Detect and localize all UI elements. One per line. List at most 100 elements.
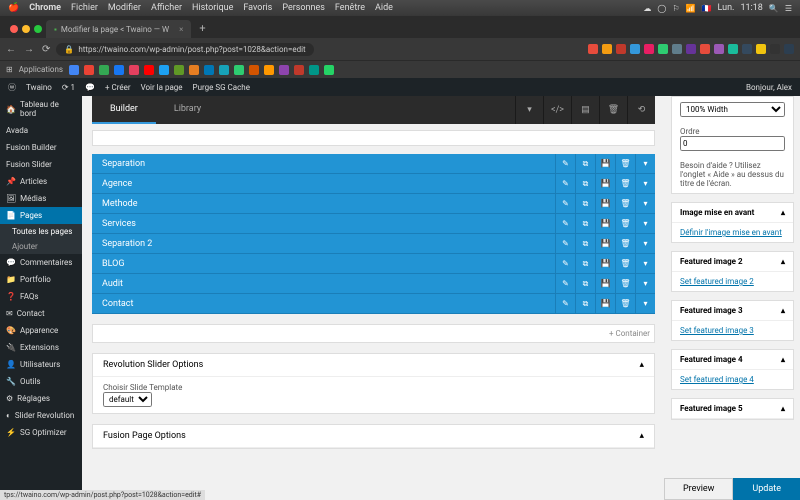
sidebar-item-settings[interactable]: ⚙ Réglages [0,390,82,407]
new-tab-button[interactable]: + [191,19,213,38]
search-icon[interactable]: 🔍 [769,4,779,13]
save-icon[interactable]: 💾 [595,174,615,194]
bookmark-icon[interactable] [174,65,184,75]
menu-modifier[interactable]: Modifier [108,3,141,13]
sidebar-item-extensions[interactable]: 🔌 Extensions [0,339,82,356]
expand-icon[interactable]: ▾ [635,174,655,194]
menu-personnes[interactable]: Personnes [282,3,325,13]
delete-icon[interactable]: 🗑 [615,194,635,214]
wp-site-name[interactable]: Twaino [26,83,52,92]
sidebar-item-portfolio[interactable]: 📁 Portfolio [0,271,82,288]
slide-template-select[interactable]: default [103,392,152,407]
menu-afficher[interactable]: Afficher [151,3,182,13]
bookmark-icon[interactable] [309,65,319,75]
bookmark-icon[interactable] [189,65,199,75]
sidebar-item-contact[interactable]: ✉ Contact [0,305,82,322]
bookmark-icon[interactable] [264,65,274,75]
bookmark-icon[interactable] [99,65,109,75]
bookmark-icon[interactable] [204,65,214,75]
bookmark-icon[interactable] [69,65,79,75]
bookmark-icon[interactable] [249,65,259,75]
builder-row[interactable]: Agence ✎⧉💾🗑▾ [92,174,655,194]
ext-icon[interactable] [728,44,738,54]
clone-icon[interactable]: ⧉ [575,274,595,294]
bookmark-icon[interactable] [144,65,154,75]
ext-icon[interactable] [742,44,752,54]
builder-row[interactable]: Separation ✎⧉💾🗑▾ [92,154,655,174]
expand-icon[interactable]: ▾ [635,294,655,314]
builder-row[interactable]: Services ✎⧉💾🗑▾ [92,214,655,234]
expand-icon[interactable]: ▾ [635,274,655,294]
save-icon[interactable]: 💾 [595,194,615,214]
back-button[interactable]: ← [6,44,16,55]
ext-icon[interactable] [756,44,766,54]
wp-greeting[interactable]: Bonjour, Alex [746,83,792,92]
panel-header[interactable]: Revolution Slider Options▴ [93,354,654,377]
menu-icon[interactable]: ☰ [785,4,792,13]
ext-icon[interactable] [616,44,626,54]
sidebar-item-faqs[interactable]: ❓ FAQs [0,288,82,305]
code-icon[interactable]: </> [543,96,571,124]
edit-icon[interactable]: ✎ [555,194,575,214]
clone-icon[interactable]: ⧉ [575,254,595,274]
sidebar-item-articles[interactable]: 📌 Articles [0,173,82,190]
add-container-button[interactable]: + Container [92,324,655,343]
sidebar-item-appearance[interactable]: 🎨 Apparence [0,322,82,339]
preview-button[interactable]: Preview [664,478,733,500]
menu-fenetre[interactable]: Fenêtre [335,3,365,13]
sidebar-item-fusion-builder[interactable]: Fusion Builder [0,139,82,156]
menu-favoris[interactable]: Favoris [243,3,272,13]
delete-icon[interactable]: 🗑 [615,154,635,174]
save-icon[interactable]: 💾 [595,234,615,254]
save-icon[interactable]: 💾 [595,254,615,274]
builder-row[interactable]: BLOG ✎⧉💾🗑▾ [92,254,655,274]
sidebar-sub-add[interactable]: Ajouter [0,239,82,254]
sidebar-item-tools[interactable]: 🔧 Outils [0,373,82,390]
maximize-window[interactable] [34,25,42,33]
sidebar-item-avada[interactable]: Avada [0,122,82,139]
wp-purge[interactable]: Purge SG Cache [193,83,250,92]
edit-icon[interactable]: ✎ [555,294,575,314]
collapse-icon[interactable]: ▴ [639,360,644,370]
set-featured-4-link[interactable]: Set featured image 4 [680,375,754,384]
sidebar-item-comments[interactable]: 💬 Commentaires [0,254,82,271]
delete-icon[interactable]: 🗑 [615,234,635,254]
tab-builder[interactable]: Builder [92,96,156,124]
bookmark-icon[interactable] [84,65,94,75]
menu-aide[interactable]: Aide [375,3,393,13]
edit-icon[interactable]: ✎ [555,154,575,174]
bookmark-icon[interactable] [129,65,139,75]
sidebar-item-users[interactable]: 👤 Utilisateurs [0,356,82,373]
bookmark-icon[interactable] [324,65,334,75]
delete-icon[interactable]: 🗑 [615,174,635,194]
clone-icon[interactable]: ⧉ [575,294,595,314]
edit-icon[interactable]: ✎ [555,274,575,294]
ext-icon[interactable] [686,44,696,54]
apps-icon[interactable]: ⊞ [6,65,13,74]
ext-icon[interactable] [672,44,682,54]
save-icon[interactable]: 💾 [595,294,615,314]
edit-icon[interactable]: ✎ [555,214,575,234]
bookmark-icon[interactable] [159,65,169,75]
ext-icon[interactable] [644,44,654,54]
clone-icon[interactable]: ⧉ [575,214,595,234]
update-button[interactable]: Update [733,478,800,500]
close-tab-icon[interactable]: × [179,25,183,34]
expand-icon[interactable]: ▾ [635,214,655,234]
tab-library[interactable]: Library [156,96,219,124]
bookmark-icon[interactable] [114,65,124,75]
bookmark-icon[interactable] [234,65,244,75]
menu-historique[interactable]: Historique [192,3,233,13]
builder-row[interactable]: Audit ✎⧉💾🗑▾ [92,274,655,294]
ext-icon[interactable] [658,44,668,54]
save-icon[interactable]: 💾 [595,274,615,294]
trash-icon[interactable]: 🗑 [599,96,627,124]
chevron-down-icon[interactable]: ▾ [515,96,543,124]
edit-icon[interactable]: ✎ [555,234,575,254]
sidebar-item-medias[interactable]: 🖼 Médias [0,190,82,207]
menu-fichier[interactable]: Fichier [71,3,98,13]
browser-tab[interactable]: ▪ Modifier la page < Twaino — W × [46,20,191,38]
builder-row[interactable]: Methode ✎⧉💾🗑▾ [92,194,655,214]
ext-icon[interactable] [588,44,598,54]
collapse-icon[interactable]: ▴ [639,431,644,441]
